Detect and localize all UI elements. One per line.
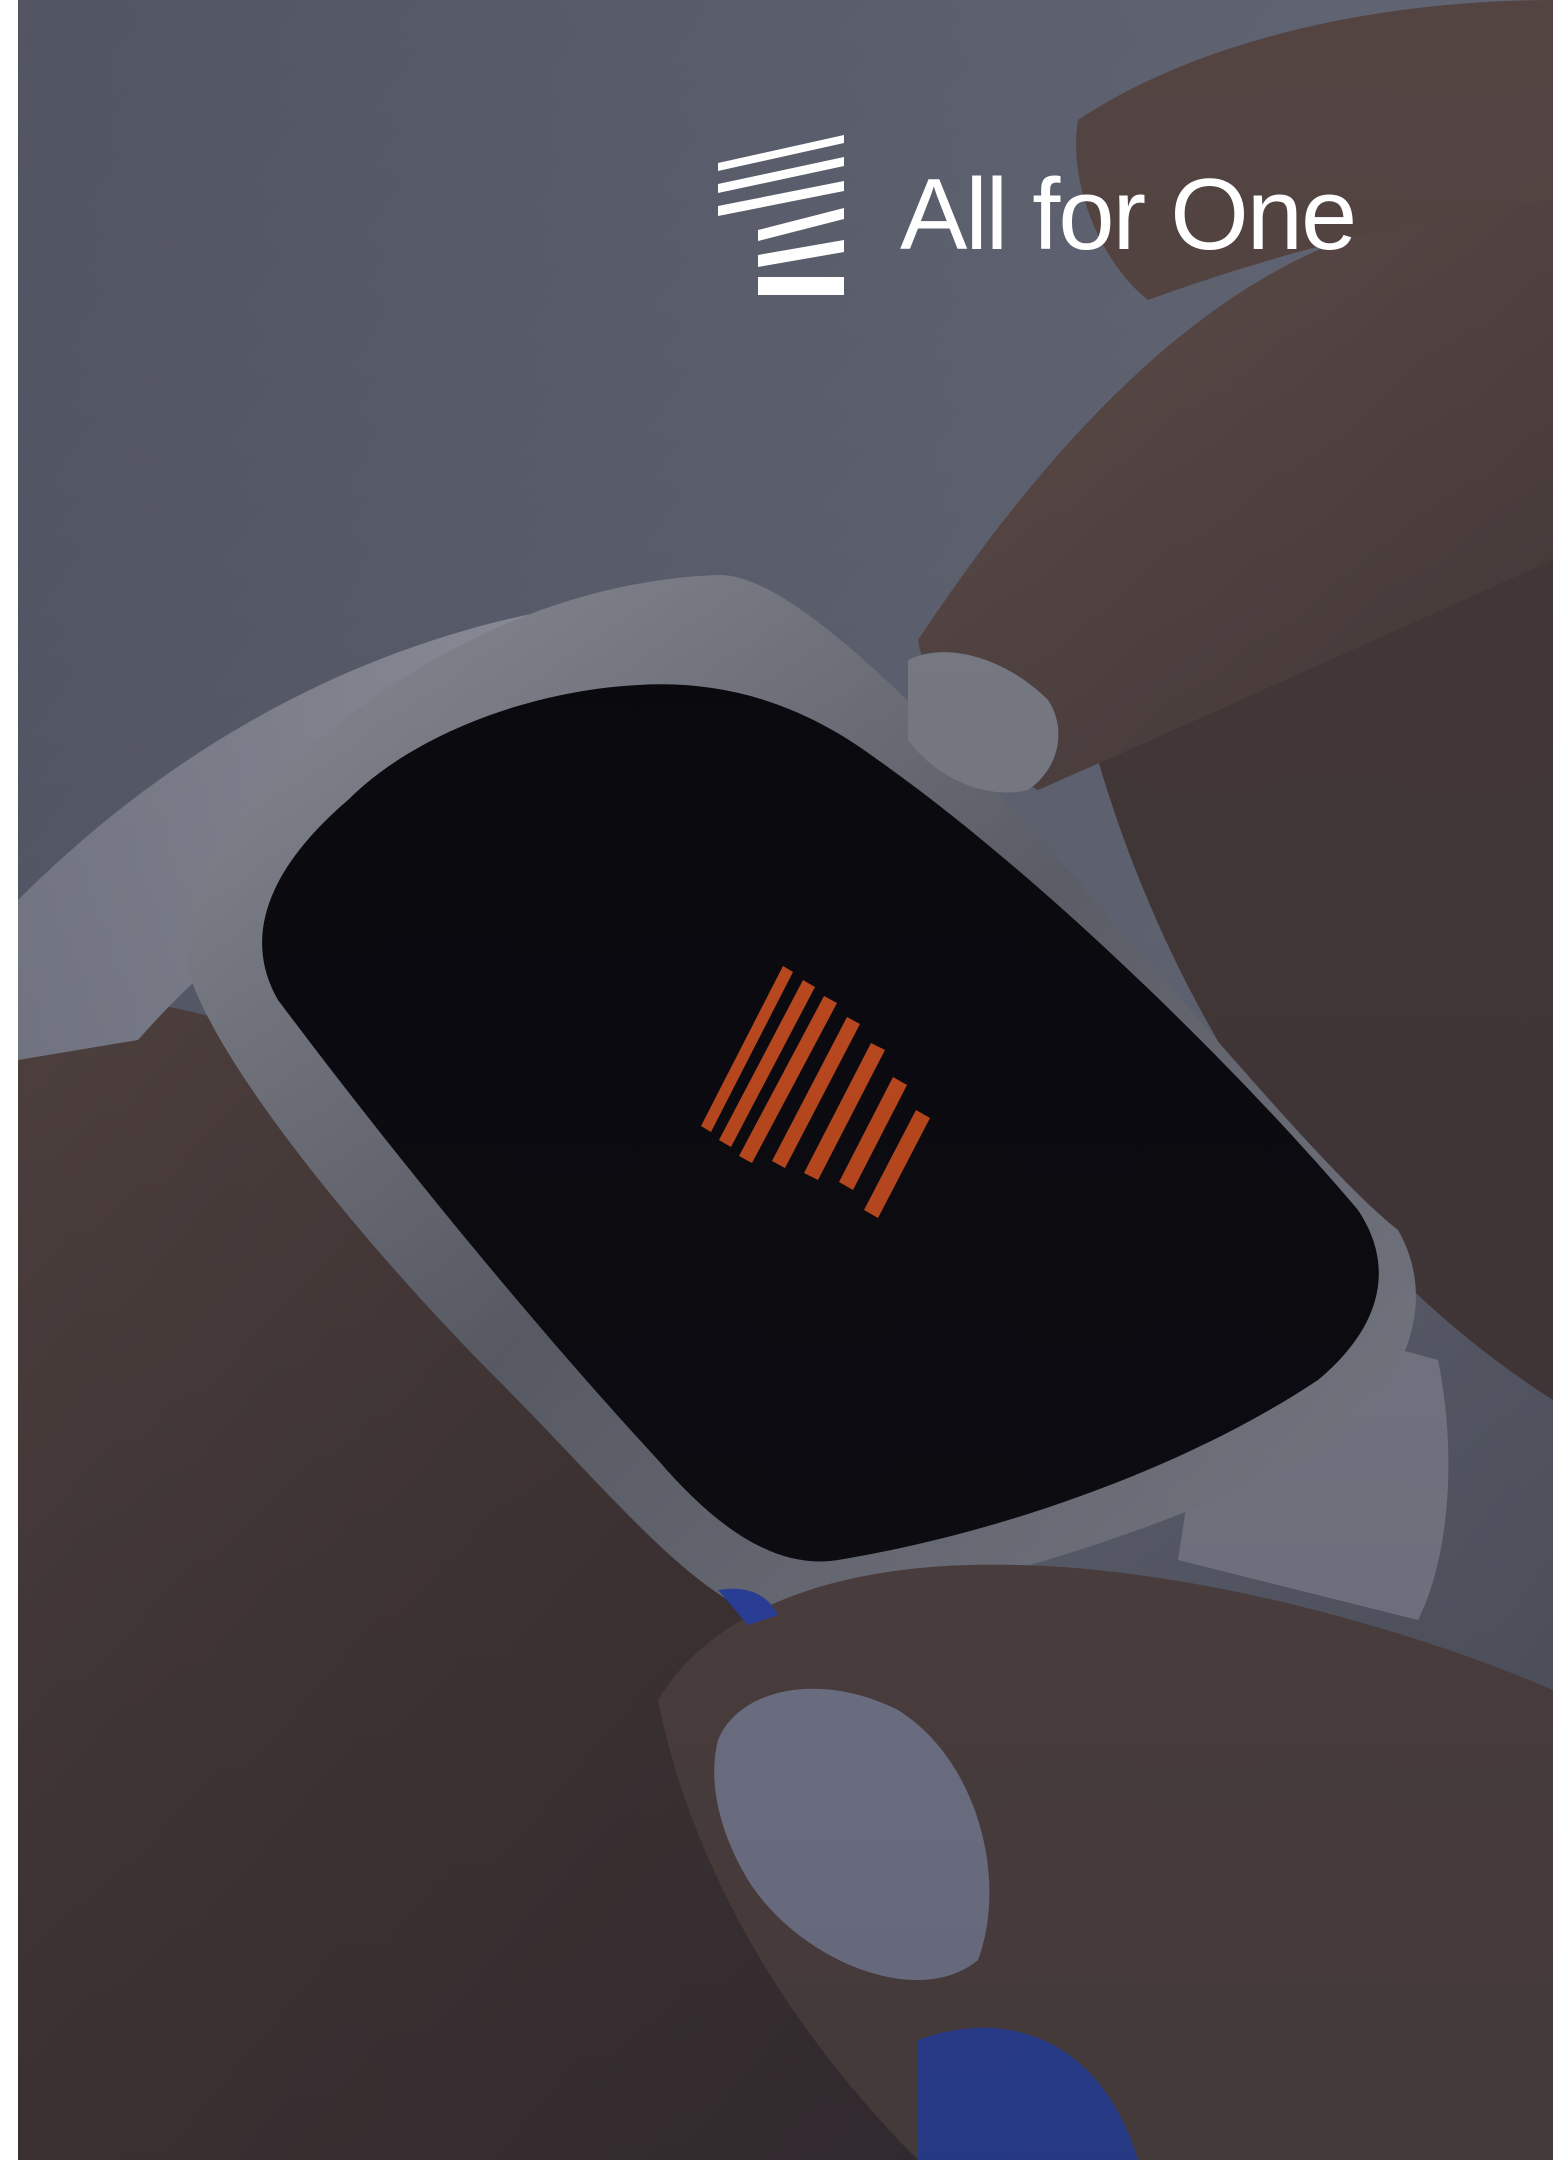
brand-name: All for One (900, 158, 1357, 271)
all-for-one-logo-icon (718, 135, 844, 295)
cover-page: All for One (18, 0, 1553, 2160)
smartwatch-photo (18, 0, 1553, 2160)
brand-lockup: All for One (718, 130, 1357, 300)
